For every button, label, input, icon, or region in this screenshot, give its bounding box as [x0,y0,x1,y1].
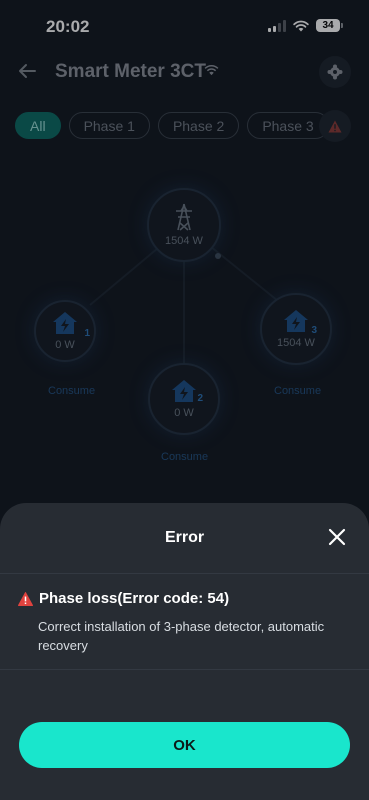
error-header: Phase loss(Error code: 54) [18,590,229,607]
close-icon [328,528,346,546]
error-title: Phase loss(Error code: 54) [39,590,230,607]
warning-icon [18,591,33,606]
error-description: Correct installation of 3-phase detector… [38,619,325,653]
close-button[interactable] [325,525,349,549]
error-dialog: Error Phase loss(Error code: 54) Correct… [0,503,369,800]
ok-button[interactable]: OK [19,722,350,768]
divider [0,669,369,670]
dialog-title: Error [164,529,205,546]
divider [0,573,369,574]
